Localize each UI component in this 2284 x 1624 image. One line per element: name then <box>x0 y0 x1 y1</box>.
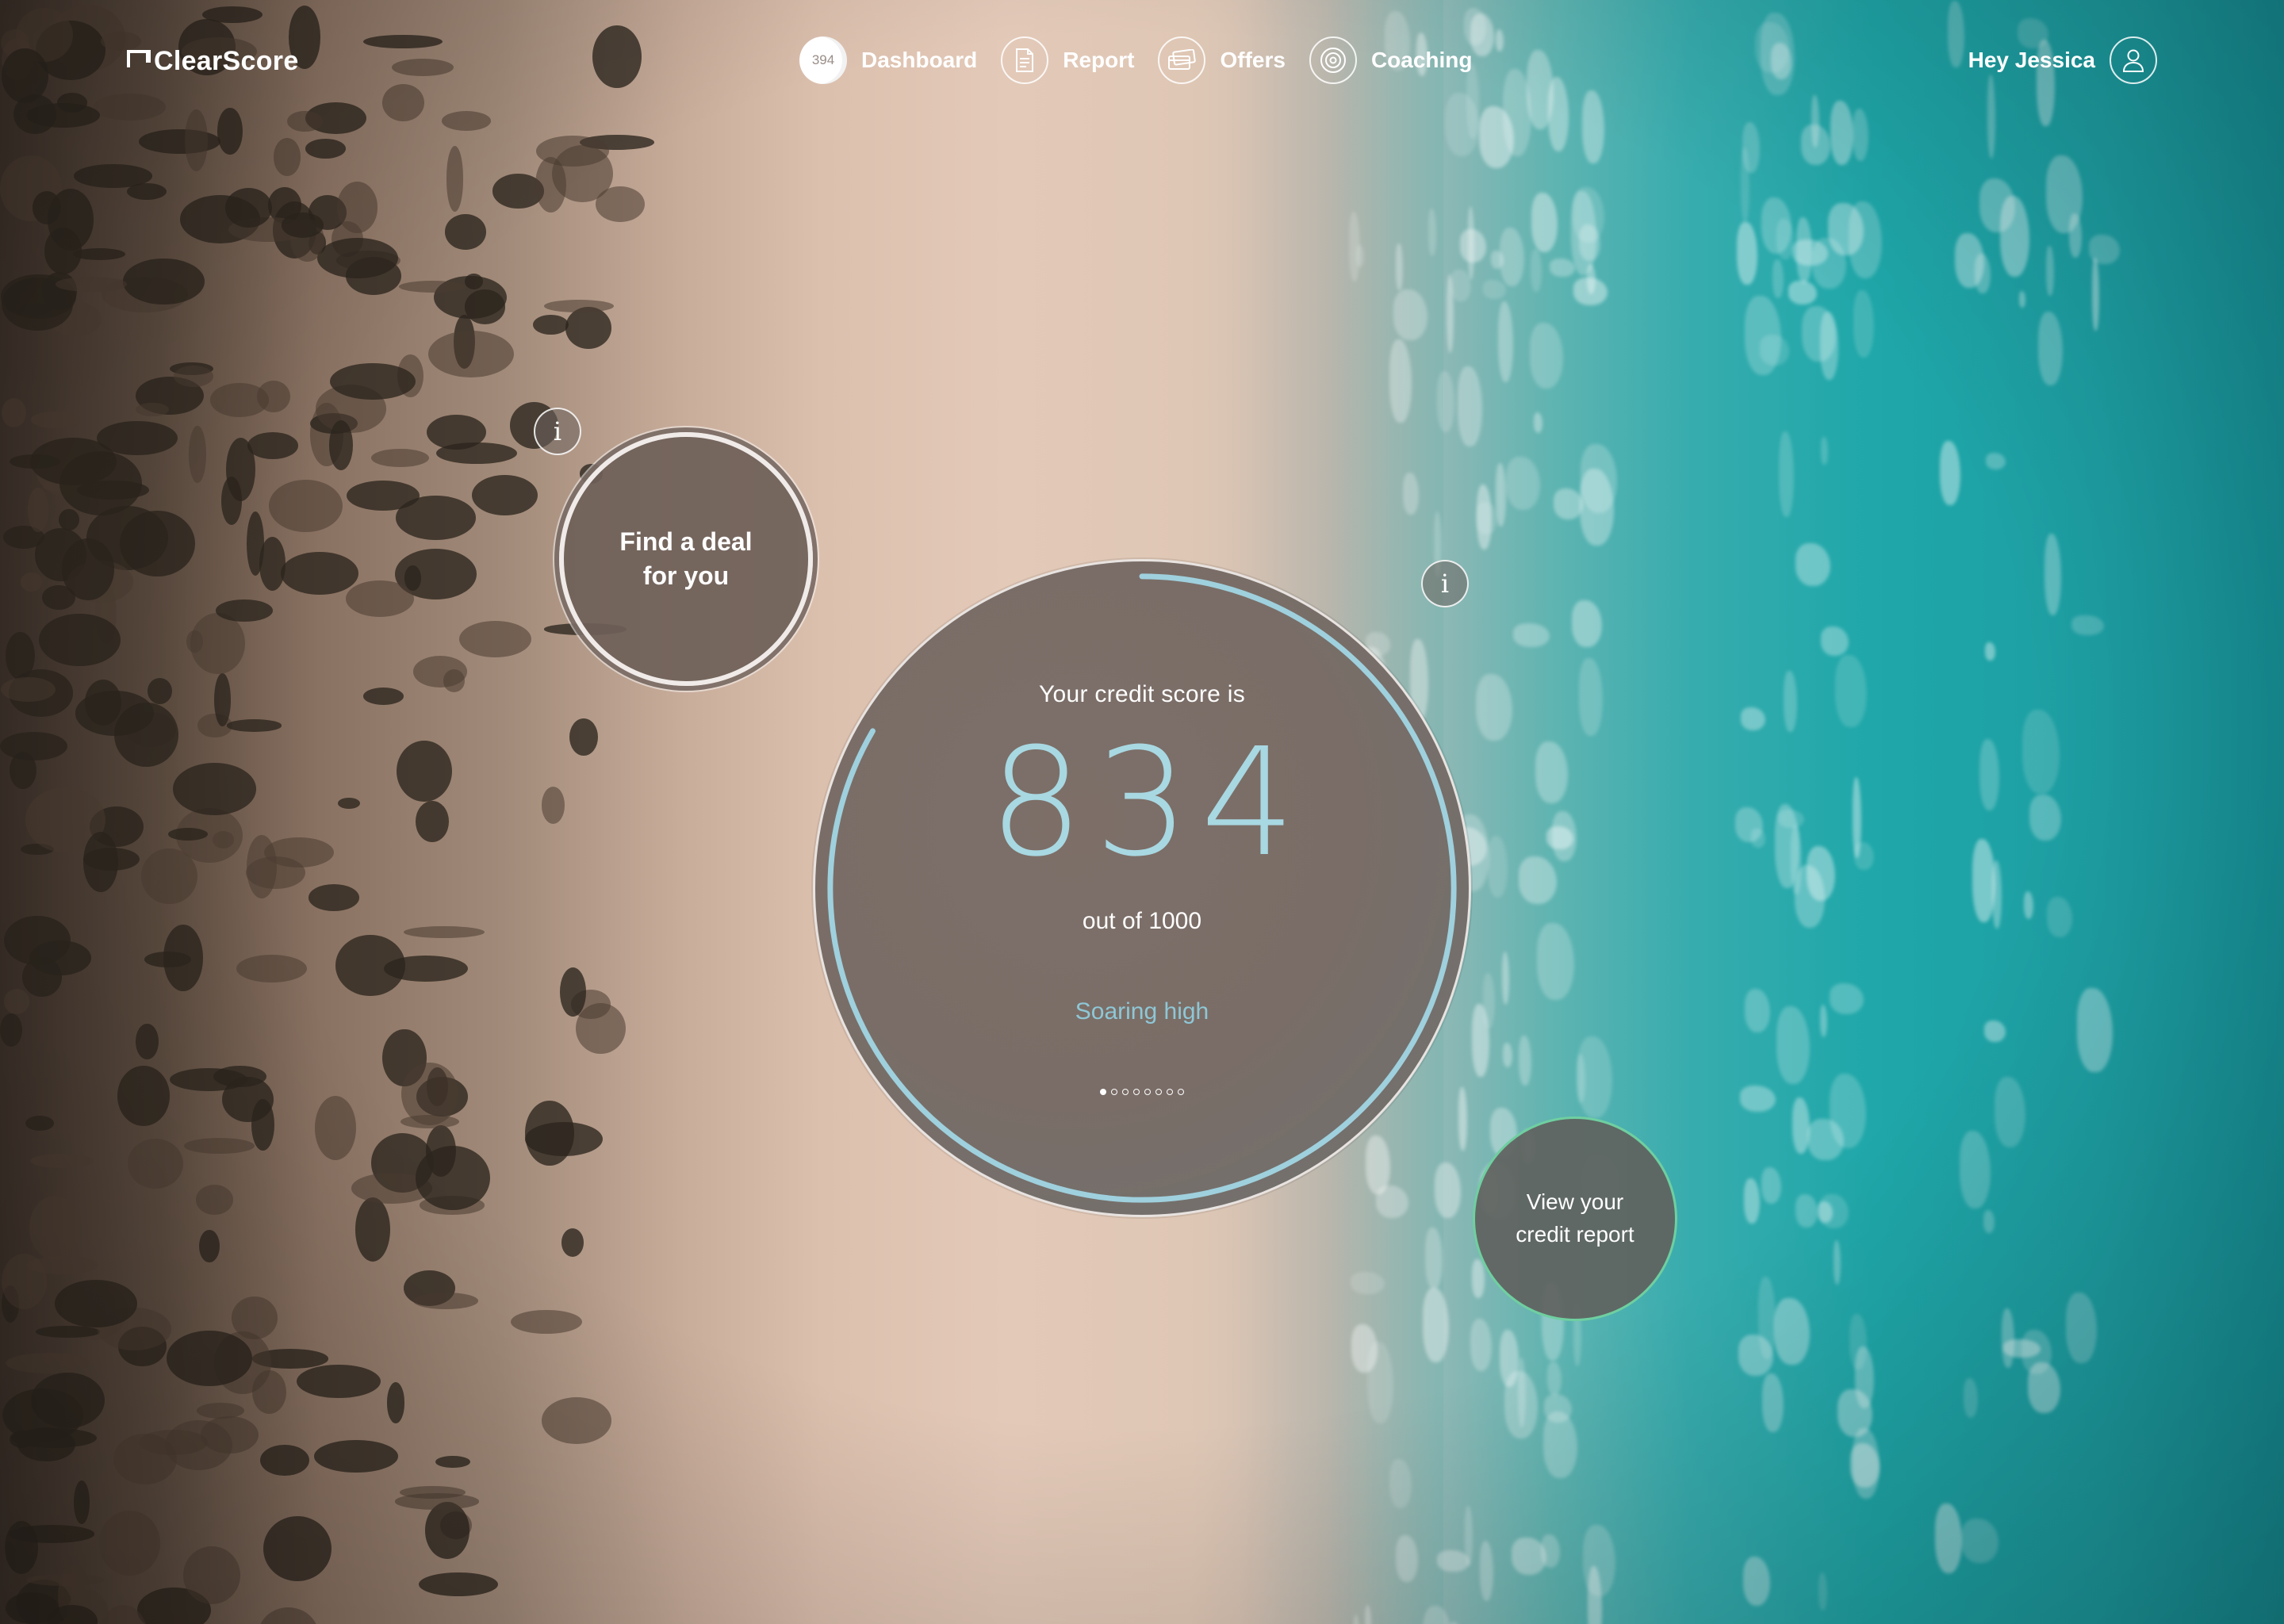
nav-dashboard-label: Dashboard <box>861 48 978 72</box>
carousel-dot[interactable] <box>1155 1089 1162 1095</box>
nav-dashboard[interactable]: 394 Dashboard <box>799 36 977 84</box>
main-nav: 394 Dashboard Report Offers Coaching <box>799 36 1473 84</box>
find-deal-line2: for you <box>642 561 730 590</box>
carousel-dot[interactable] <box>1167 1089 1173 1095</box>
score-info-icon[interactable]: i <box>1421 560 1469 607</box>
document-icon <box>1001 36 1049 84</box>
view-report-line2: credit report <box>1516 1222 1634 1247</box>
deal-info-icon[interactable]: i <box>534 408 581 455</box>
carousel-dot[interactable] <box>1144 1089 1151 1095</box>
score-value: 834 <box>988 716 1307 890</box>
brand-name: ClearScore <box>154 46 299 76</box>
score-badge-icon: 394 <box>799 36 847 84</box>
find-deal-line1: Find a deal <box>619 527 753 556</box>
cards-icon <box>1158 36 1206 84</box>
user-greeting: Hey Jessica <box>1968 48 2095 72</box>
nav-offers-label: Offers <box>1220 48 1286 72</box>
carousel-dot[interactable] <box>1122 1089 1129 1095</box>
view-report-line1: View your <box>1526 1189 1624 1215</box>
carousel-dot[interactable] <box>1111 1089 1117 1095</box>
nav-report[interactable]: Report <box>1001 36 1134 84</box>
view-credit-report-button[interactable]: View your credit report <box>1473 1116 1677 1321</box>
score-status: Soaring high <box>1075 998 1209 1025</box>
score-label: Your credit score is <box>1038 681 1245 707</box>
target-icon <box>1309 36 1357 84</box>
user-icon <box>2110 36 2157 84</box>
credit-score-panel[interactable]: Your credit score is 834 out of 1000 Soa… <box>813 559 1471 1217</box>
logo-mark-icon <box>127 49 151 67</box>
nav-coaching[interactable]: Coaching <box>1309 36 1473 84</box>
nav-report-label: Report <box>1063 48 1135 72</box>
nav-coaching-label: Coaching <box>1370 48 1473 72</box>
carousel-dot[interactable] <box>1178 1089 1184 1095</box>
carousel-dot[interactable] <box>1100 1089 1106 1095</box>
find-deal-button[interactable]: Find a deal for you <box>559 432 813 686</box>
carousel-dot[interactable] <box>1133 1089 1140 1095</box>
clearscore-logo[interactable]: ClearScore <box>127 46 299 77</box>
carousel-dots <box>1100 1089 1184 1095</box>
top-navigation: ClearScore 394 Dashboard Report Offers C… <box>0 0 2284 127</box>
nav-offers[interactable]: Offers <box>1158 36 1286 84</box>
score-out-of: out of 1000 <box>1082 908 1202 934</box>
user-menu[interactable]: Hey Jessica <box>1968 36 2157 84</box>
